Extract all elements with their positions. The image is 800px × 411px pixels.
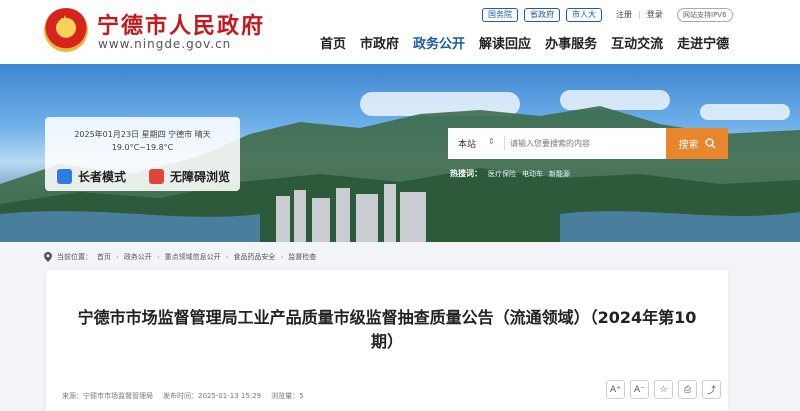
hot-search-title: 热搜词： [450,169,482,178]
font-decrease-button[interactable]: A⁻ [630,380,649,399]
article-source: 来源：宁德市市场监督管理局 [62,391,153,401]
location-pin-icon [44,252,52,262]
article-views: 浏览量：5 [271,391,303,401]
breadcrumb-item[interactable]: 政务公开 [124,251,152,263]
breadcrumb-item[interactable]: 食品药品安全 [233,251,275,263]
banner-building [312,198,330,242]
search-box: 本站 ⇕ [448,128,666,159]
banner-building [294,190,306,242]
source-label: 来源： [62,392,83,400]
hot-search-row: 热搜词： 医疗保险 电动车 新能源 [450,168,570,179]
hot-search-item[interactable]: 电动车 [522,169,543,179]
chevron-updown-icon: ⇕ [488,137,495,146]
breadcrumb-separator: › [225,253,229,261]
search-button-label: 搜索 [678,140,699,151]
breadcrumb-item[interactable]: 重点领域信息公开 [165,251,221,263]
search-icon [704,138,715,149]
link-state-council[interactable]: 国务院 [482,8,518,22]
banner-building [400,192,426,242]
article-tools: A⁺ A⁻ ☆ ⎙ ⤴ [606,380,721,399]
nav-home[interactable]: 首页 [320,36,346,54]
accessible-mode-button[interactable]: 无障碍浏览 [149,165,230,187]
source-value: 宁德市市场监督管理局 [83,392,153,400]
breadcrumb-separator: › [116,253,119,261]
views-label: 浏览量： [271,392,300,400]
link-separator: | [638,10,641,19]
search-input[interactable] [510,134,660,153]
search-divider [504,136,505,151]
date-label: 发布时间： [163,392,198,400]
article-meta: 来源：宁德市市场监督管理局 发布时间：2025-01-13 15:29 浏览量：… [62,391,304,401]
breadcrumb-item[interactable]: 首页 [97,251,111,263]
share-icon[interactable]: ⤴ [702,380,721,399]
login-link[interactable]: 登录 [647,9,663,21]
elder-mode-label: 长者模式 [78,169,127,184]
font-increase-button[interactable]: A⁺ [606,380,625,399]
banner-building [276,196,290,242]
banner-building [336,188,350,242]
breadcrumb-separator: › [156,253,160,261]
hot-search-item[interactable]: 新能源 [549,169,570,179]
weather-date: 2025年01月23日 星期四 宁德市 晴天 [74,130,211,139]
date-value: 2025-01-13 15:29 [198,392,262,400]
nav-government-affairs[interactable]: 政务公开 [413,36,465,54]
nav-services[interactable]: 办事服务 [545,36,597,54]
ipv6-badge: 网站支持IPV6 [677,8,733,22]
article-card: 宁德市市场监督管理局工业产品质量市级监督抽查质量公告（流通领域）（2024年第1… [46,270,728,411]
hot-search-item[interactable]: 医疗保险 [488,169,516,179]
link-provincial-gov[interactable]: 省政府 [524,8,560,22]
top-links: 国务院 省政府 市人大 注册 | 登录 [482,8,663,22]
article-date: 发布时间：2025-01-13 15:29 [163,391,261,401]
nav-interaction[interactable]: 互动交流 [611,36,663,54]
breadcrumb: 当前位置： 首页 › 政务公开 › 重点领域信息公开 › 食品药品安全 › 监督… [44,250,316,264]
link-city-congress[interactable]: 市人大 [566,8,602,22]
nav-about-ningde[interactable]: 走进宁德 [677,36,729,54]
site-title[interactable]: 宁德市人民政府 [97,8,265,40]
site-domain: www.ningde.gov.cn [98,37,232,51]
search-scope-select[interactable]: 本站 [458,137,476,150]
favorite-star-icon[interactable]: ☆ [654,380,673,399]
register-link[interactable]: 注册 [616,9,632,21]
accessibility-icon [149,168,164,184]
breadcrumb-separator: › [280,253,284,261]
article-title: 宁德市市场监督管理局工业产品质量市级监督抽查质量公告（流通领域）（2024年第1… [77,308,697,351]
breadcrumb-item[interactable]: 监督检查 [288,251,316,263]
views-value: 5 [299,392,304,400]
site-header: ★ 宁德市人民政府 www.ningde.gov.cn 国务院 省政府 市人大 … [0,0,800,64]
nav-city-government[interactable]: 市政府 [360,36,399,54]
banner-building [356,194,378,242]
emblem-star-icon: ★ [60,13,70,26]
search-button[interactable]: 搜索 [666,128,728,159]
banner-building [384,184,396,242]
nav-interpretation[interactable]: 解读回应 [479,36,531,54]
breadcrumb-lead: 当前位置： [57,253,92,261]
elder-mode-icon [57,168,72,184]
main-nav: 首页 市政府 政务公开 解读回应 办事服务 互动交流 走进宁德 [320,36,729,54]
elder-mode-button[interactable]: 长者模式 [57,165,126,187]
print-icon[interactable]: ⎙ [678,380,697,399]
weather-temperature: 19.0°C~19.8°C [111,143,174,152]
accessible-mode-label: 无障碍浏览 [170,169,231,184]
